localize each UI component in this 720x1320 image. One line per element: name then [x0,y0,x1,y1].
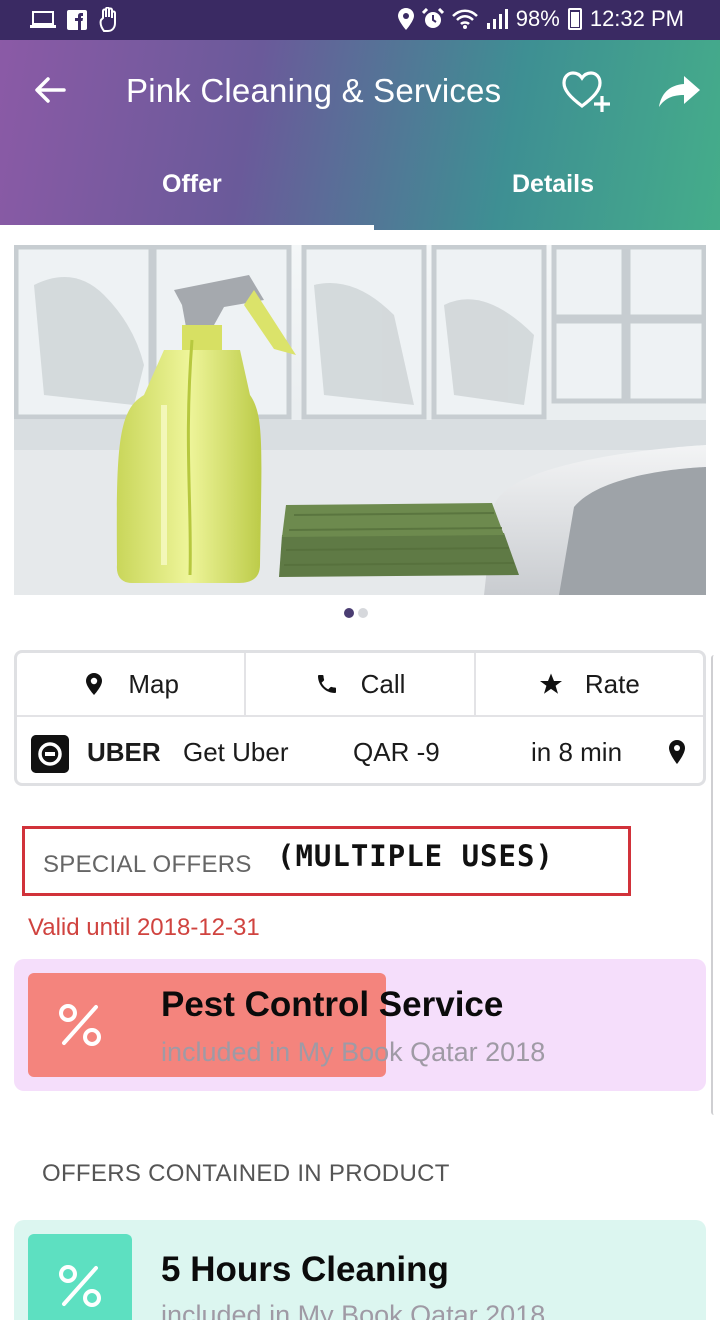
offer-badge [28,973,132,1077]
active-tab-indicator [0,225,374,230]
product-offers-heading: OFFERS CONTAINED IN PRODUCT [42,1160,450,1187]
percent-icon [59,1004,101,1046]
offer-card-cleaning[interactable]: 5 Hours Cleaning included in My Book Qat… [14,1220,706,1320]
tab-offer[interactable]: Offer [162,170,222,199]
offer-subtitle: included in My Book Qatar 2018 [161,1300,546,1320]
get-uber-label[interactable]: Get Uber [183,737,289,768]
back-arrow-icon[interactable] [30,70,70,110]
rate-button[interactable]: Rate [476,653,703,715]
cleaning-spray-photo [14,245,706,595]
offer-subtitle: included in My Book Qatar 2018 [161,1037,546,1067]
offer-title: 5 Hours Cleaning [161,1250,449,1289]
carousel-dot[interactable] [358,608,368,618]
special-offers-heading: SPECIAL OFFERS [43,851,252,878]
valid-until-label: Valid until 2018-12-31 [28,914,260,941]
offer-card-pest-control[interactable]: Pest Control Service included in My Book… [14,959,706,1091]
phone-icon [317,675,336,693]
wifi-icon [451,9,478,29]
status-icons-right: 98% 12:32 PM [397,6,684,32]
tab-details[interactable]: Details [512,170,594,199]
call-button[interactable]: Call [246,653,476,715]
map-button[interactable]: Map [17,653,247,715]
offer-image[interactable] [14,245,706,595]
page-title: Pink Cleaning & Services [126,72,502,109]
uber-logo-icon [31,735,69,773]
offer-title: Pest Control Service [161,985,504,1024]
clock: 12:32 PM [589,6,684,31]
carousel-dots [344,608,368,618]
facebook-icon [67,10,87,30]
hand-icon [99,7,116,32]
signal-icon [486,9,508,29]
app-header: Pink Cleaning & Services Offer Details [0,40,720,230]
map-button-label: Map [128,668,179,699]
battery-icon [567,8,582,30]
status-icons-left [30,7,120,33]
location-icon [397,8,414,30]
special-offers-note: (MULTIPLE USES) [277,839,554,873]
action-buttons-row: Map Call Rate [17,653,703,717]
uber-row[interactable]: UBER Get Uber QAR -9 in 8 min [17,719,703,785]
actions-card: Map Call Rate UBER Get Uber QAR -9 in 8 … [14,650,706,786]
scrollbar[interactable] [711,655,717,1115]
uber-brand: UBER [87,737,161,767]
star-icon [539,673,562,694]
map-pin-icon [86,673,103,695]
offer-badge [28,1234,132,1320]
carousel-dot-active[interactable] [344,608,354,618]
percent-icon [59,1265,101,1307]
laptop-icon [30,11,56,28]
status-bar: 98% 12:32 PM [0,0,720,40]
uber-price: QAR -9 [353,737,440,767]
special-offers-header: SPECIAL OFFERS (MULTIPLE USES) [22,826,631,896]
add-favorite-icon[interactable] [560,68,612,114]
uber-eta: in 8 min [531,737,623,767]
rate-button-label: Rate [584,668,640,699]
share-icon[interactable] [656,72,702,112]
battery-percent: 98% [515,6,560,31]
alarm-icon [421,8,444,28]
uber-location-icon[interactable] [667,739,687,765]
call-button-label: Call [360,668,406,699]
